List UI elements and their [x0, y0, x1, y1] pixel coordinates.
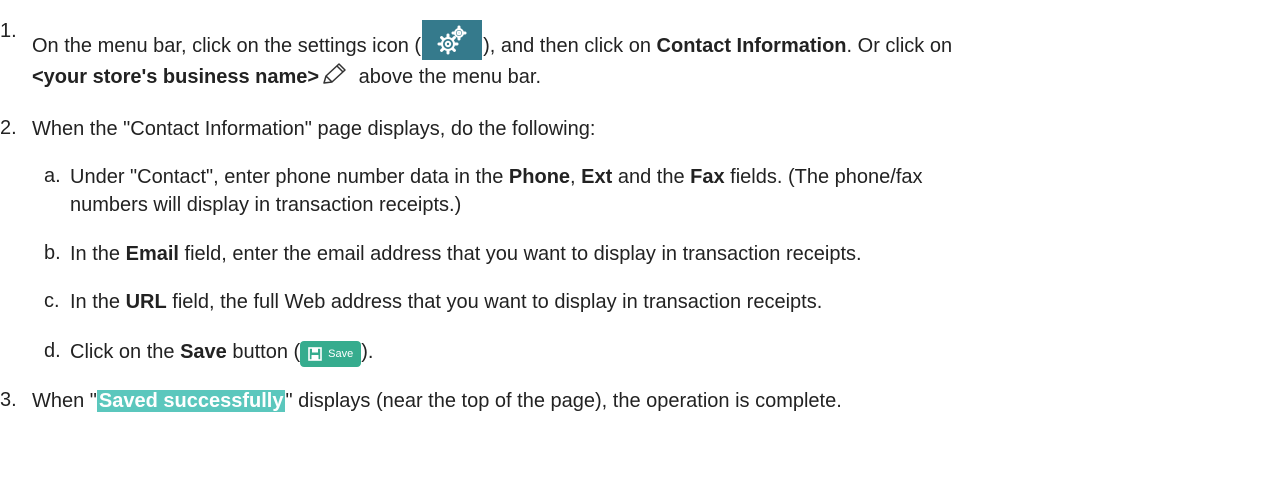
save-button-label: Save	[180, 341, 227, 363]
step-2a-text-e: and the	[612, 166, 691, 188]
step-3-number: 3.	[0, 389, 17, 411]
save-button-image: Save	[300, 341, 362, 367]
step-1-line-2: <your store's business name> above the m…	[32, 62, 541, 89]
phone-field-label: Phone	[508, 166, 571, 188]
gear-icon	[437, 25, 467, 55]
fax-field-label: Fax	[690, 166, 725, 188]
instructions-document: 1. On the menu bar, click on the setting…	[0, 0, 1288, 477]
step-3-text-c: " displays (near the top of the page), t…	[285, 390, 842, 412]
step-1-text-f: above the menu bar.	[353, 66, 542, 88]
step-2a-text-a: Under "Contact", enter phone number data…	[70, 166, 509, 188]
settings-button-image	[422, 20, 483, 60]
step-2a-line-2: numbers will display in transaction rece…	[70, 194, 462, 216]
step-2a-line-1: Under "Contact", enter phone number data…	[70, 165, 923, 189]
email-field-label: Email	[125, 243, 179, 265]
step-2a-text-g: fields. (The phone/fax	[724, 166, 923, 188]
step-3-text-a: When "	[32, 390, 97, 412]
step-2a-text-c: ,	[570, 166, 582, 188]
step-2c-line: In the URL field, the full Web address t…	[70, 290, 822, 314]
step-2b-text-a: In the	[70, 243, 126, 265]
step-2b-line: In the Email field, enter the email addr…	[70, 242, 862, 266]
step-3-line: When " Saved successfully " displays (near…	[32, 389, 842, 413]
step-2a-letter: a.	[44, 165, 61, 187]
step-2c-letter: c.	[44, 290, 60, 312]
step-2c-text-a: In the	[70, 291, 126, 313]
step-2d-letter: d.	[44, 340, 61, 362]
step-1-text-b: ), and then click on	[483, 35, 657, 57]
step-1-text-a: On the menu bar, click on the settings i…	[32, 35, 422, 57]
url-field-label: URL	[125, 291, 167, 313]
ext-field-label: Ext	[581, 166, 613, 188]
step-1-line-1: On the menu bar, click on the settings i…	[32, 20, 952, 60]
step-2-line: When the "Contact Information" page disp…	[32, 118, 596, 140]
contact-information-label: Contact Information	[656, 35, 847, 57]
step-2d-text-a: Click on the	[70, 341, 181, 363]
store-business-name-label: <your store's business name>	[32, 66, 320, 88]
step-2b-letter: b.	[44, 242, 61, 264]
step-2c-text-c: field, the full Web address that you wan…	[166, 291, 823, 313]
step-2-number: 2.	[0, 117, 17, 139]
step-2d-text-c: button (	[226, 341, 301, 363]
step-2d-text-d: ).	[361, 341, 374, 363]
saved-successfully-message: Saved successfully	[96, 390, 286, 412]
step-2b-text-c: field, enter the email address that you …	[178, 243, 862, 265]
step-2d-line: Click on the Save button ( Save).	[70, 340, 373, 367]
floppy-disk-icon	[308, 347, 322, 361]
save-button-image-label: Save	[328, 348, 354, 360]
step-1-text-d: . Or click on	[846, 35, 953, 57]
pencil-icon	[323, 63, 346, 84]
step-1-number: 1.	[0, 20, 17, 42]
